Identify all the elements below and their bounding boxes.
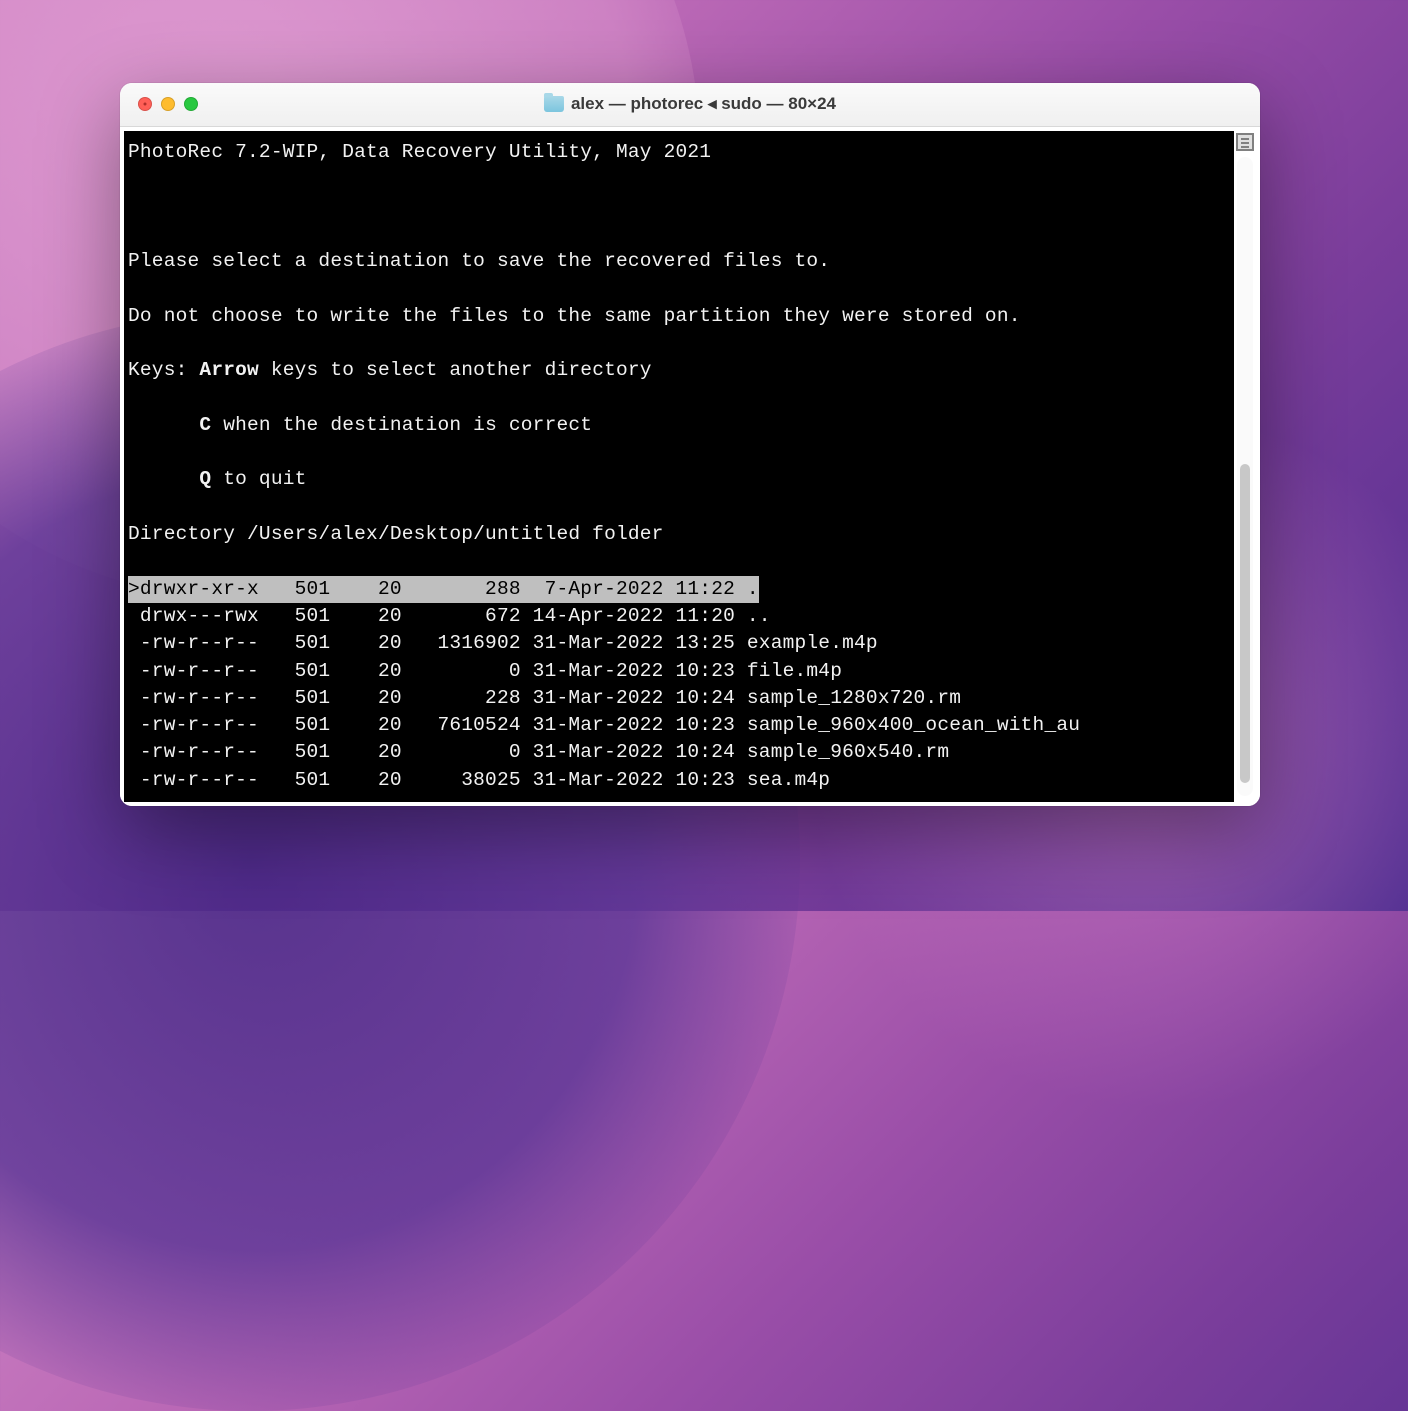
file-row[interactable]: -rw-r--r-- 501 20 7610524 31-Mar-2022 10…: [128, 712, 1234, 739]
scrollbar-region: [1234, 131, 1256, 802]
keys-line-arrow: Keys: Arrow keys to select another direc…: [128, 357, 1234, 384]
keys-indent: [128, 468, 199, 490]
c-key: C: [199, 414, 211, 436]
keys-indent: [128, 414, 199, 436]
close-button[interactable]: [138, 97, 152, 111]
file-row[interactable]: -rw-r--r-- 501 20 0 31-Mar-2022 10:23 fi…: [128, 658, 1234, 685]
keys-label: Keys:: [128, 359, 199, 381]
scroll-thumb[interactable]: [1240, 464, 1250, 784]
directory-line: Directory /Users/alex/Desktop/untitled f…: [128, 521, 1234, 548]
file-listing[interactable]: >drwxr-xr-x 501 20 288 7-Apr-2022 11:22 …: [128, 576, 1234, 794]
maximize-button[interactable]: [184, 97, 198, 111]
file-row[interactable]: -rw-r--r-- 501 20 1316902 31-Mar-2022 13…: [128, 630, 1234, 657]
menu-icon[interactable]: [1236, 133, 1254, 151]
file-row[interactable]: -rw-r--r-- 501 20 228 31-Mar-2022 10:24 …: [128, 685, 1234, 712]
prompt-line-1: Please select a destination to save the …: [128, 248, 1234, 275]
file-row[interactable]: -rw-r--r-- 501 20 38025 31-Mar-2022 10:2…: [128, 767, 1234, 794]
arrow-key-desc: keys to select another directory: [259, 359, 652, 381]
keys-line-q: Q to quit: [128, 466, 1234, 493]
terminal-window: alex — photorec ◂ sudo — 80×24 PhotoRec …: [120, 83, 1260, 806]
traffic-lights: [138, 97, 198, 111]
minimize-button[interactable]: [161, 97, 175, 111]
file-row[interactable]: drwx---rwx 501 20 672 14-Apr-2022 11:20 …: [128, 603, 1234, 630]
q-key-desc: to quit: [211, 468, 306, 490]
window-title-wrap: alex — photorec ◂ sudo — 80×24: [544, 94, 836, 114]
arrow-key: Arrow: [199, 359, 259, 381]
scroll-track[interactable]: [1237, 157, 1253, 796]
folder-icon: [544, 96, 564, 112]
terminal-output[interactable]: PhotoRec 7.2-WIP, Data Recovery Utility,…: [124, 131, 1234, 802]
file-row[interactable]: >drwxr-xr-x 501 20 288 7-Apr-2022 11:22 …: [128, 576, 759, 603]
titlebar[interactable]: alex — photorec ◂ sudo — 80×24: [120, 83, 1260, 127]
q-key: Q: [199, 468, 211, 490]
header-line: PhotoRec 7.2-WIP, Data Recovery Utility,…: [128, 139, 1234, 166]
c-key-desc: when the destination is correct: [211, 414, 592, 436]
prompt-line-2: Do not choose to write the files to the …: [128, 303, 1234, 330]
file-row[interactable]: -rw-r--r-- 501 20 0 31-Mar-2022 10:24 sa…: [128, 739, 1234, 766]
keys-line-c: C when the destination is correct: [128, 412, 1234, 439]
window-title: alex — photorec ◂ sudo — 80×24: [571, 94, 836, 114]
blank-line: [128, 193, 1234, 220]
content-area: PhotoRec 7.2-WIP, Data Recovery Utility,…: [120, 127, 1260, 806]
